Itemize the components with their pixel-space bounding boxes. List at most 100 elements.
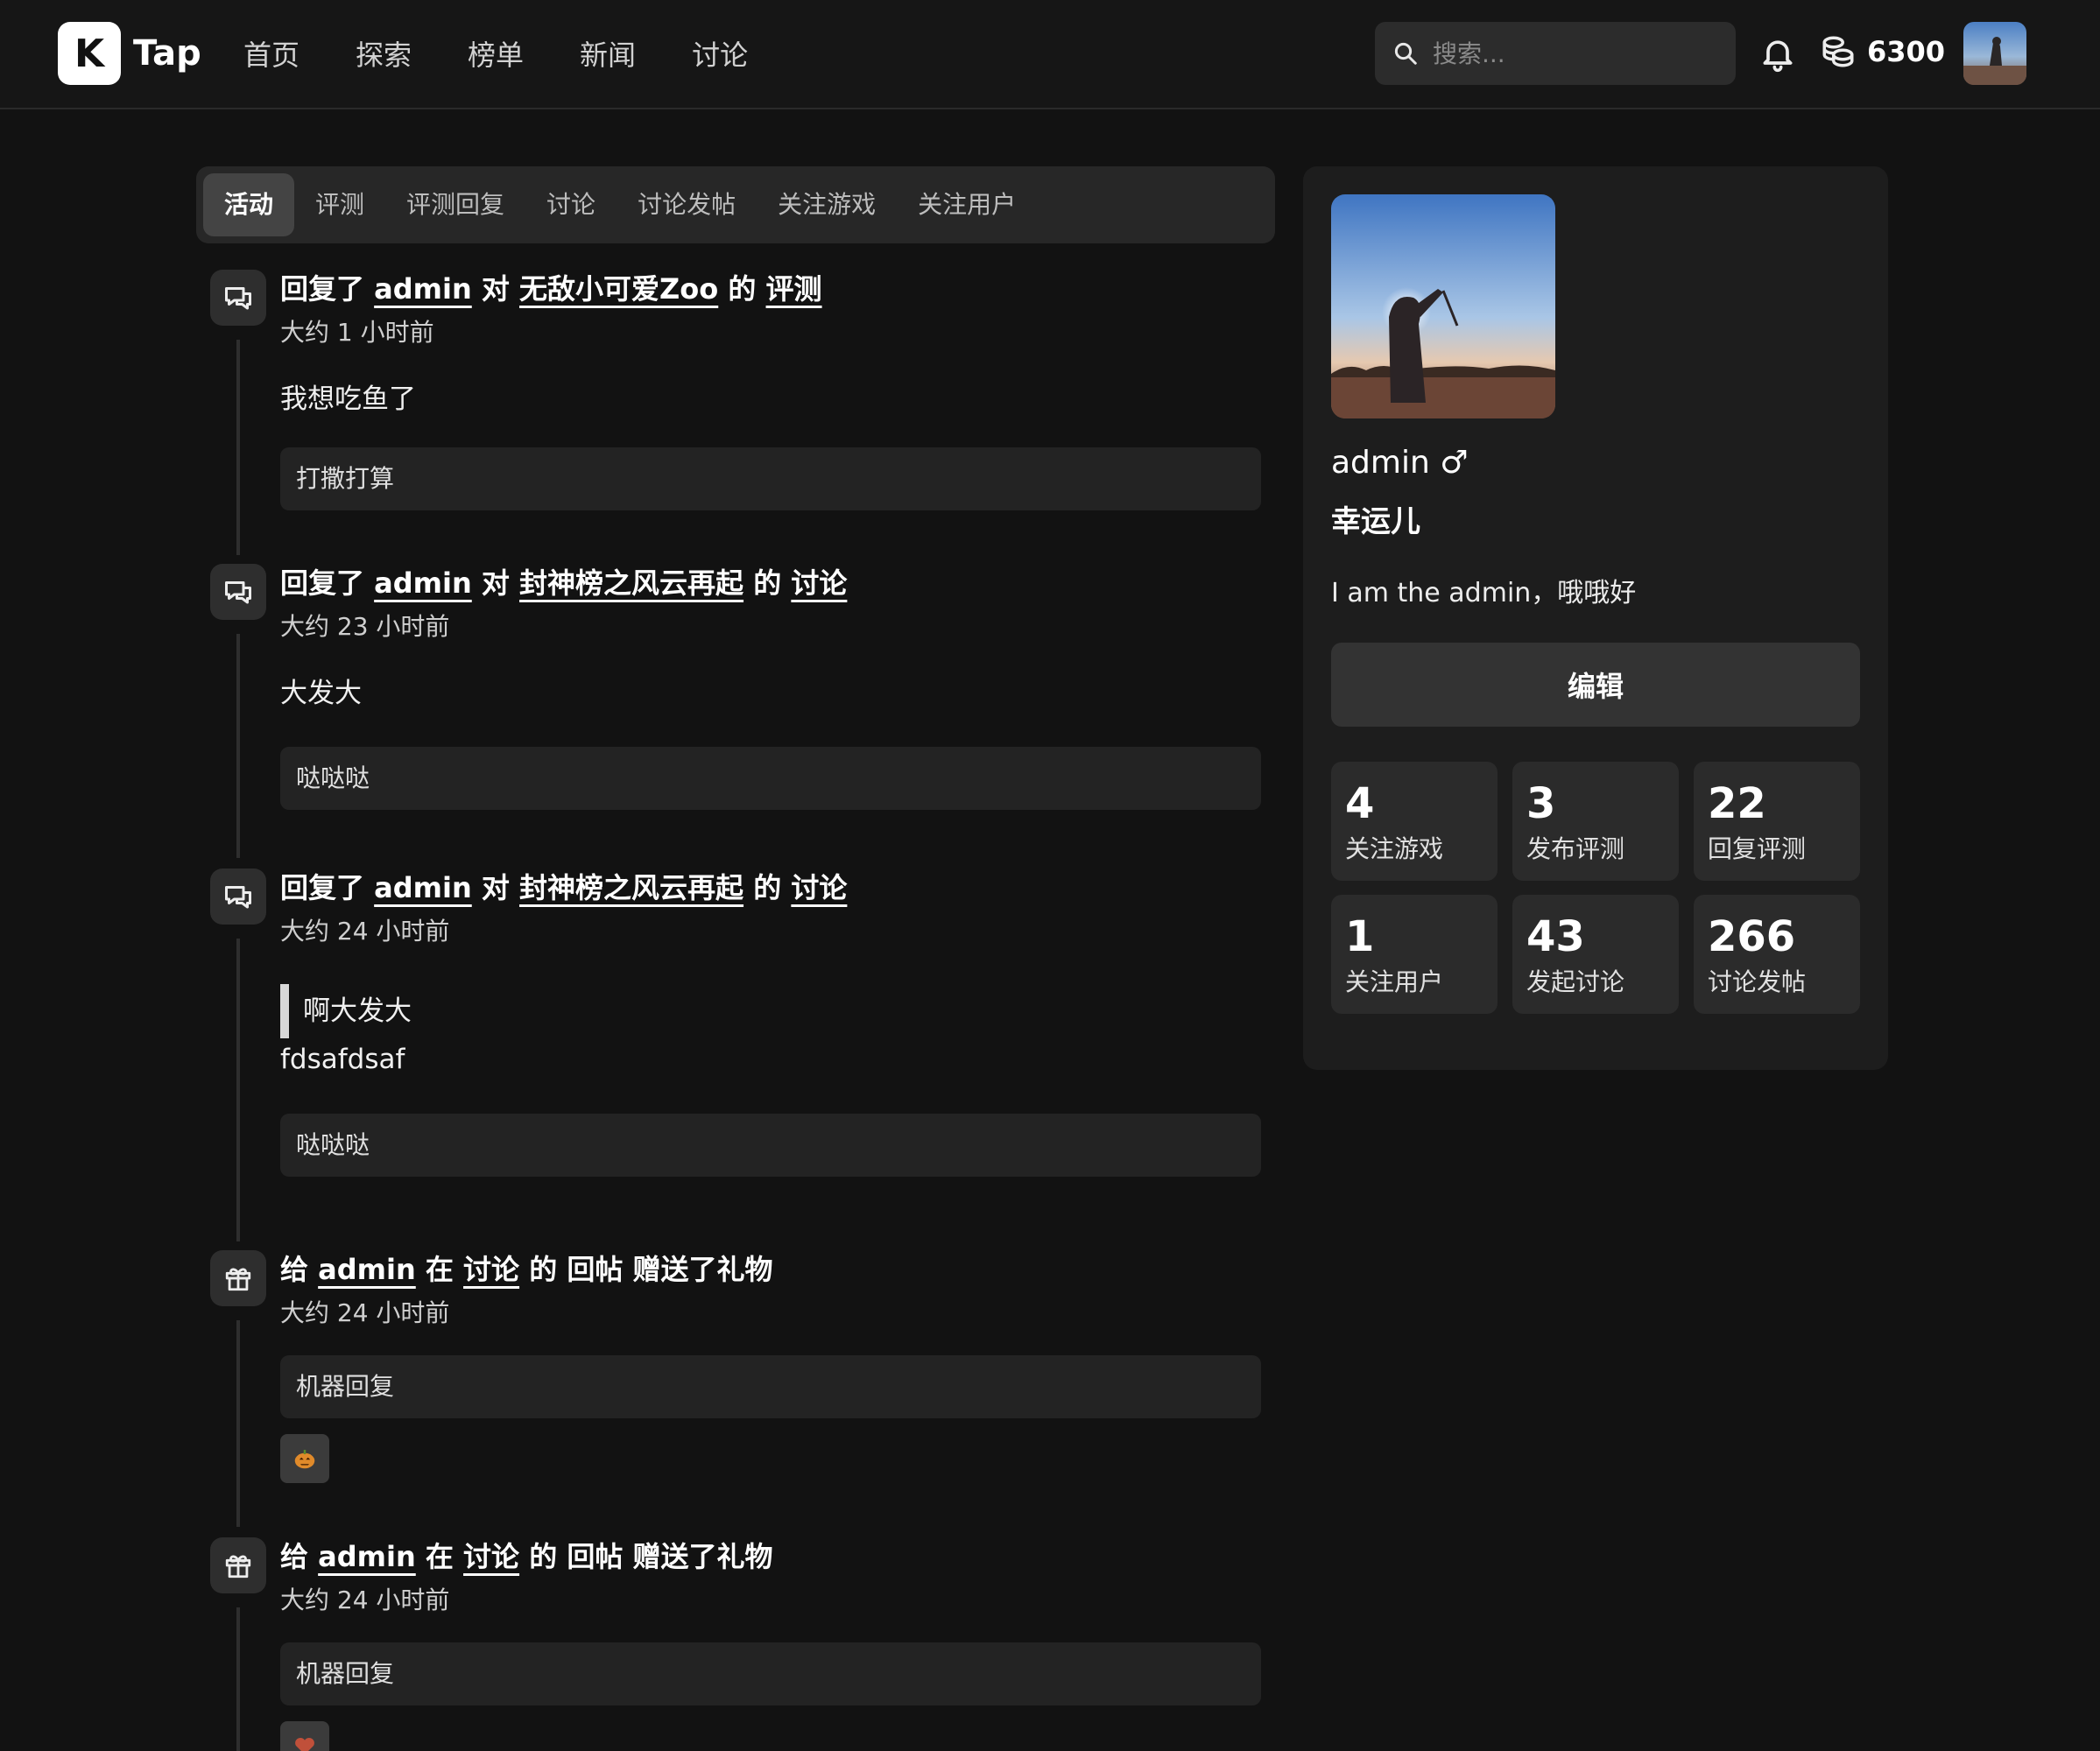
chat-bubbles-icon: [210, 270, 266, 326]
tab-discussion-posts[interactable]: 讨论发帖: [617, 173, 757, 236]
list-item: 给 admin 在 讨论 的 回帖 赠送了礼物 大约 24 小时前 机器回复: [196, 1530, 1275, 1751]
stat-label: 回复评测: [1708, 834, 1807, 863]
target-link[interactable]: 讨论: [463, 1540, 519, 1573]
headline-text: 的: [753, 566, 782, 600]
headline-text: 的: [529, 1540, 558, 1573]
user-avatar[interactable]: [1963, 22, 2026, 85]
search-icon: [1394, 42, 1417, 65]
headline-text: 在: [425, 1540, 454, 1573]
referenced-post[interactable]: 哒哒哒: [280, 1114, 1261, 1177]
search-bar: [1375, 22, 1736, 85]
timestamp: 大约 23 小时前: [280, 612, 450, 641]
referenced-post[interactable]: 机器回复: [280, 1642, 1261, 1705]
target-link[interactable]: 无敌小可爱Zoo: [519, 272, 718, 306]
stat-value: 266: [1708, 912, 1796, 961]
stat-review-replies[interactable]: 22 回复评测: [1694, 762, 1860, 881]
stat-label: 讨论发帖: [1708, 967, 1807, 996]
coins-icon: [1822, 36, 1854, 67]
stat-value: 22: [1708, 779, 1766, 828]
tab-followed-users[interactable]: 关注用户: [897, 173, 1037, 236]
profile-title: 幸运儿: [1331, 504, 1420, 539]
headline-text: 在: [425, 1253, 454, 1286]
stat-discussion-posts[interactable]: 266 讨论发帖: [1694, 895, 1860, 1014]
edit-profile-button[interactable]: 编辑: [1331, 643, 1860, 727]
nav-item-news[interactable]: 新闻: [580, 33, 636, 74]
timeline-line: [236, 1320, 240, 1527]
avatar-photo: [1963, 37, 2026, 85]
gift-icon: [210, 1537, 266, 1593]
photo-image: [1331, 194, 1555, 418]
user-link[interactable]: admin: [374, 272, 472, 306]
profile-stats: 4 关注游戏 3 发布评测 22 回复评测 1 关注用户 43 发起讨论 266…: [1331, 762, 1860, 1014]
tab-discussions[interactable]: 讨论: [525, 173, 617, 236]
headline-text: 回复了: [280, 272, 365, 306]
tab-followed-games[interactable]: 关注游戏: [757, 173, 897, 236]
type-link[interactable]: 评测: [766, 272, 822, 306]
nav-item-rankings[interactable]: 榜单: [468, 33, 524, 74]
timestamp: 大约 24 小时前: [280, 917, 450, 946]
headline-text: 回帖 赠送了礼物: [567, 1253, 773, 1286]
timeline-line: [236, 634, 240, 858]
pumpkin-gift-icon: [280, 1434, 329, 1483]
headline-text: 的: [529, 1253, 558, 1286]
stat-followed-users[interactable]: 1 关注用户: [1331, 895, 1497, 1014]
profile-card: admin ♂ 幸运儿 I am the admin，哦哦好 编辑 4 关注游戏…: [1303, 166, 1888, 1070]
target-link[interactable]: 封神榜之风云再起: [519, 566, 743, 600]
referenced-post[interactable]: 哒哒哒: [280, 747, 1261, 810]
stat-value: 1: [1345, 912, 1375, 961]
gift-icon: [210, 1250, 266, 1306]
target-link[interactable]: 讨论: [463, 1253, 519, 1286]
reply-content: fdsafdsaf: [280, 1044, 405, 1075]
profile-name: admin ♂: [1331, 445, 1469, 481]
timeline-line: [236, 1607, 240, 1751]
search-input[interactable]: [1433, 39, 1713, 68]
referenced-post[interactable]: 机器回复: [280, 1355, 1261, 1418]
stat-value: 3: [1526, 779, 1556, 828]
headline-text: 回帖 赠送了礼物: [567, 1540, 773, 1573]
tab-activity[interactable]: 活动: [203, 173, 295, 236]
headline-text: 回复了: [280, 566, 365, 600]
user-link[interactable]: admin: [374, 566, 472, 600]
list-item: 回复了 admin 对 封神榜之风云再起 的 讨论 大约 23 小时前 大发大 …: [196, 557, 1275, 861]
bell-icon[interactable]: [1758, 33, 1797, 74]
headline-text: 给: [280, 1253, 309, 1286]
logo[interactable]: K Tap: [58, 22, 201, 85]
stat-started-discussions[interactable]: 43 发起讨论: [1512, 895, 1679, 1014]
heart-gift-icon: [280, 1721, 329, 1751]
activity-headline: 回复了 admin 对 封神榜之风云再起 的 讨论: [280, 861, 1275, 914]
profile-bio: I am the admin，哦哦好: [1331, 578, 1637, 608]
nav-item-home[interactable]: 首页: [243, 33, 299, 74]
chat-bubbles-icon: [210, 868, 266, 925]
user-link[interactable]: admin: [374, 871, 472, 904]
user-link[interactable]: admin: [318, 1540, 416, 1573]
nav-item-explore[interactable]: 探索: [356, 33, 412, 74]
stat-value: 4: [1345, 779, 1375, 828]
logo-mark: K: [58, 22, 121, 85]
user-link[interactable]: admin: [318, 1253, 416, 1286]
timeline-line: [236, 340, 240, 555]
referenced-post[interactable]: 打撒打算: [280, 447, 1261, 510]
activity-headline: 回复了 admin 对 封神榜之风云再起 的 讨论: [280, 557, 1275, 609]
stat-followed-games[interactable]: 4 关注游戏: [1331, 762, 1497, 881]
list-item: 回复了 admin 对 无敌小可爱Zoo 的 评测 大约 1 小时前 我想吃鱼了…: [196, 263, 1275, 557]
headline-text: 对: [481, 871, 510, 904]
reply-content: 我想吃鱼了: [280, 383, 416, 415]
list-item: 回复了 admin 对 封神榜之风云再起 的 讨论 大约 24 小时前 啊大发大…: [196, 861, 1275, 1243]
tab-reviews[interactable]: 评测: [294, 173, 385, 236]
type-link[interactable]: 讨论: [791, 871, 847, 904]
top-navbar: K Tap 首页 探索 榜单 新闻 讨论 6300: [0, 0, 2100, 109]
headline-text: 给: [280, 1540, 309, 1573]
target-link[interactable]: 封神榜之风云再起: [519, 871, 743, 904]
stat-published-reviews[interactable]: 3 发布评测: [1512, 762, 1679, 881]
list-item: 给 admin 在 讨论 的 回帖 赠送了礼物 大约 24 小时前 机器回复: [196, 1243, 1275, 1530]
timestamp: 大约 1 小时前: [280, 318, 434, 347]
stat-label: 发布评测: [1526, 834, 1625, 863]
coin-balance[interactable]: 6300: [1820, 33, 1945, 70]
headline-text: 对: [481, 566, 510, 600]
profile-photo[interactable]: [1331, 194, 1555, 418]
tab-review-replies[interactable]: 评测回复: [385, 173, 525, 236]
nav-item-discussion[interactable]: 讨论: [692, 33, 748, 74]
reply-quote: 啊大发大: [280, 984, 1275, 1038]
type-link[interactable]: 讨论: [791, 566, 847, 600]
activity-headline: 给 admin 在 讨论 的 回帖 赠送了礼物: [280, 1530, 1275, 1583]
